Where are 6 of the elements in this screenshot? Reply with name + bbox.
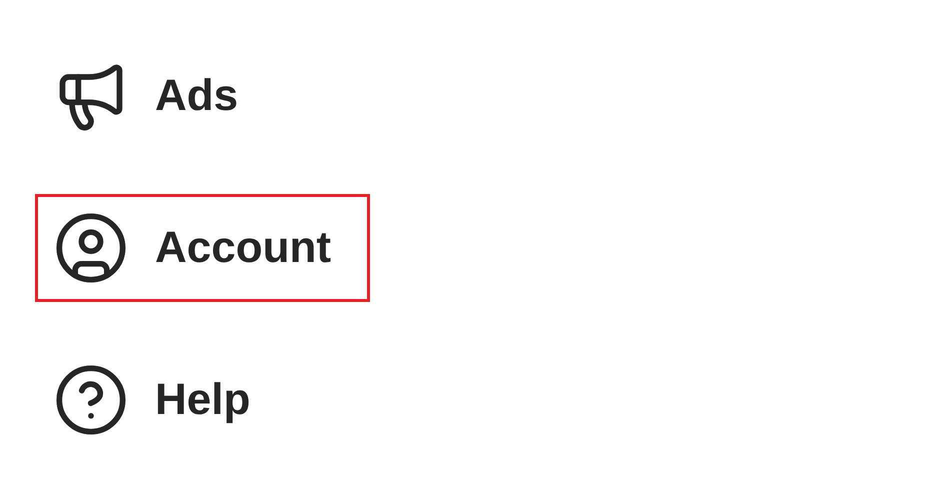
menu-label: Ads [155, 70, 238, 122]
menu-item[interactable]: Ads [35, 42, 370, 150]
menu-item[interactable]: Help [35, 346, 370, 454]
menu-label: Account [155, 222, 331, 274]
menu-item[interactable]: Account [35, 194, 370, 302]
menu-label: Help [155, 374, 250, 426]
